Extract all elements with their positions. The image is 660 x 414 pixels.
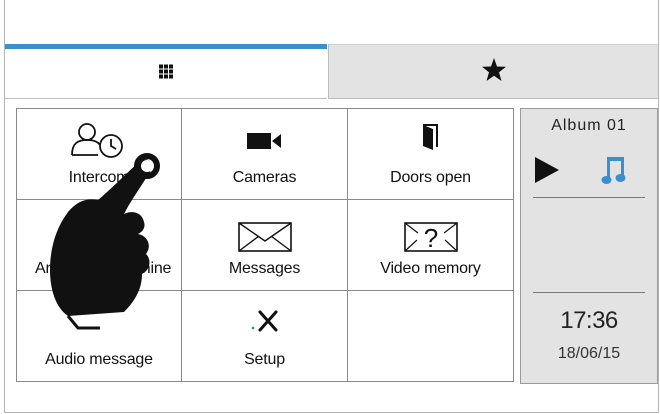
answering-machine-label: Answering machine xyxy=(35,260,172,277)
tab-apps[interactable] xyxy=(5,49,327,99)
doors-open-tile[interactable]: Doors open xyxy=(348,109,513,200)
answering-machine-tile[interactable]: Answering machine xyxy=(17,200,182,291)
setup-tile[interactable]: Setup xyxy=(182,291,348,381)
svg-text:?: ? xyxy=(423,223,437,252)
doors-open-label: Doors open xyxy=(390,169,471,186)
intercom-label: Intercom xyxy=(68,169,130,186)
setup-label: Setup xyxy=(244,351,285,368)
star-icon xyxy=(481,57,506,86)
tab-favorites[interactable] xyxy=(328,44,658,99)
intercom-icon xyxy=(68,121,130,172)
video-memory-tile[interactable]: ? Video memory xyxy=(348,200,513,291)
video-memory-label: Video memory xyxy=(380,260,481,277)
cameras-tile[interactable]: Cameras xyxy=(182,109,348,200)
clock-date: 18/06/15 xyxy=(557,345,621,362)
audio-message-label: Audio message xyxy=(45,351,153,368)
messages-tile[interactable]: Messages xyxy=(182,200,348,291)
setup-icon xyxy=(250,309,280,338)
video-memory-icon: ? xyxy=(403,222,458,257)
divider xyxy=(533,292,645,293)
media-clock-panel: Album 01 17:36 18/06/15 xyxy=(520,108,658,384)
app-grid: Intercom Cameras Doors open Answering ma… xyxy=(16,108,514,382)
play-icon[interactable] xyxy=(533,155,561,190)
envelope-icon xyxy=(237,222,292,257)
empty-tile xyxy=(348,291,513,381)
cameras-label: Cameras xyxy=(232,169,297,186)
clock-time: 17:36 xyxy=(560,307,618,334)
audio-message-tile[interactable]: Audio message xyxy=(17,291,182,381)
divider xyxy=(533,197,645,198)
album-title: Album 01 xyxy=(551,117,627,134)
intercom-tile[interactable]: Intercom xyxy=(17,109,182,200)
music-note-icon[interactable] xyxy=(601,155,627,190)
door-icon xyxy=(421,123,441,156)
camera-icon xyxy=(246,131,283,156)
grid-icon xyxy=(159,64,173,83)
messages-label: Messages xyxy=(228,260,301,277)
